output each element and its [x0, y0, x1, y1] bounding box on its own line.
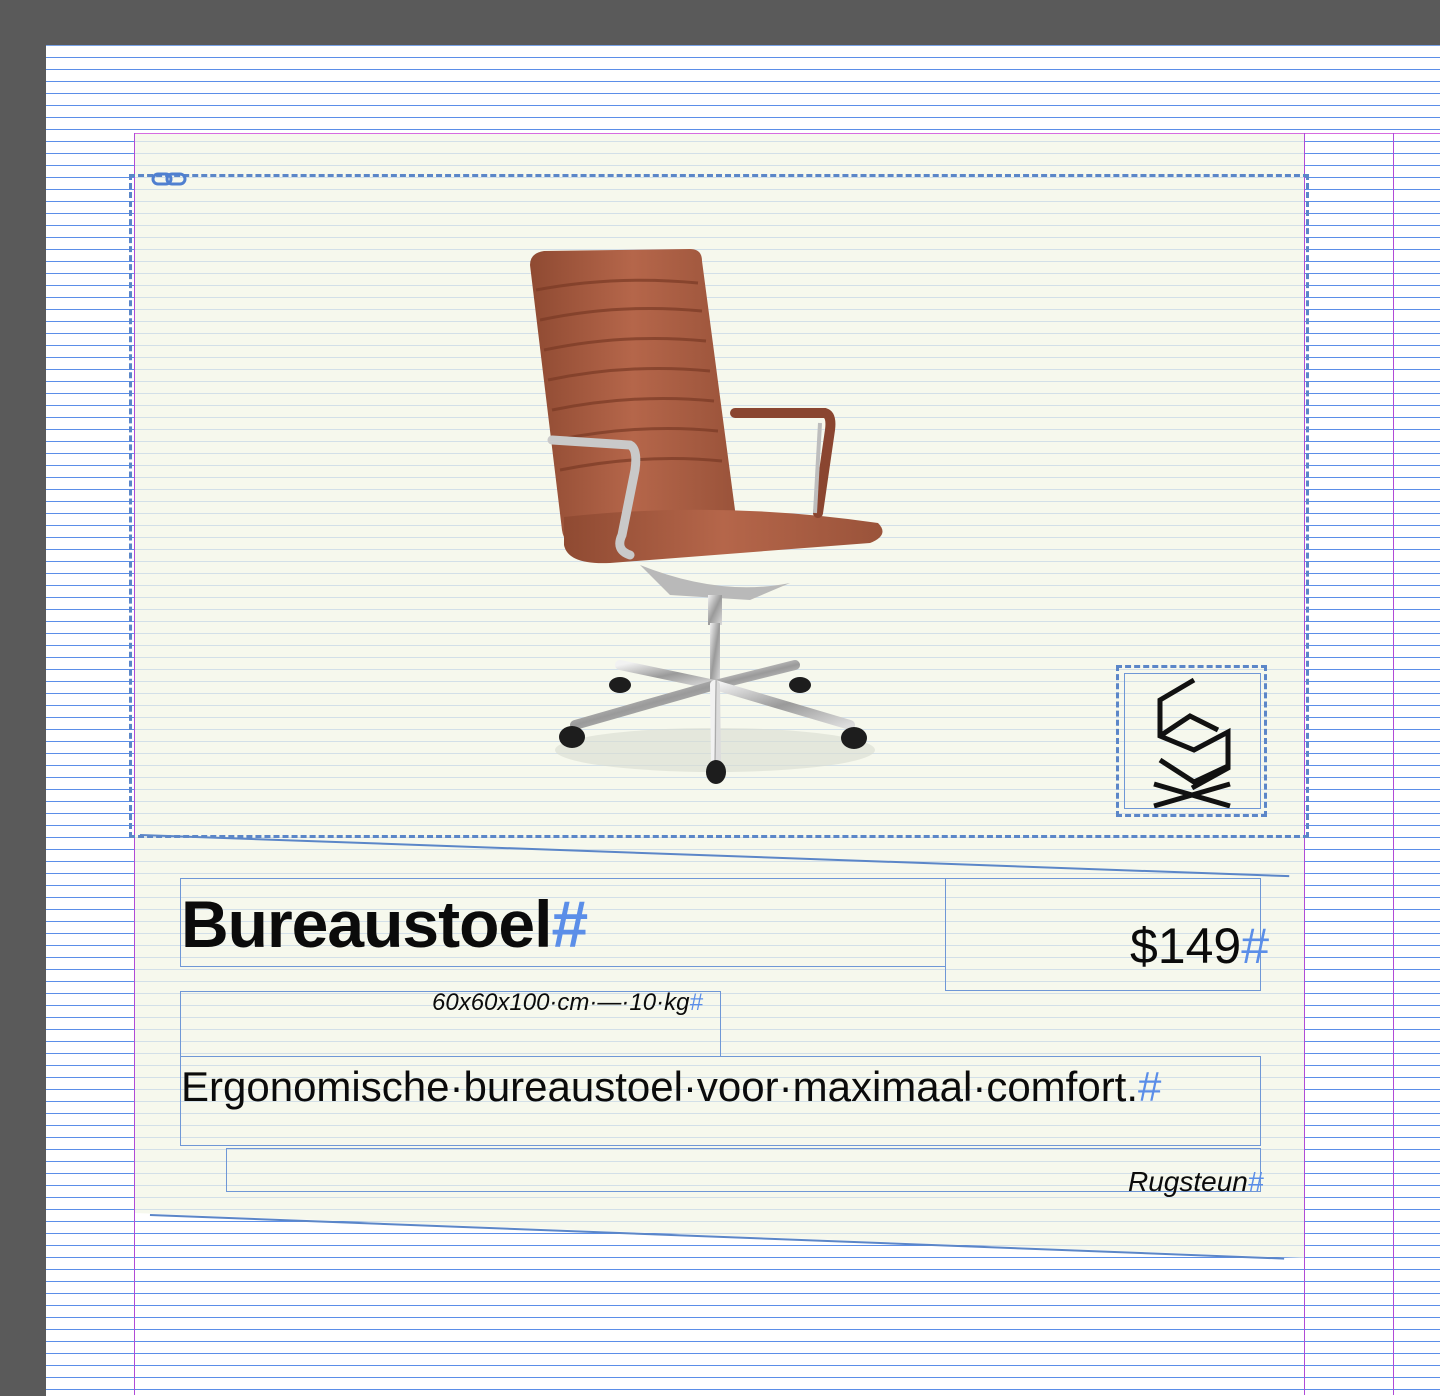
pasteboard: [0, 0, 1440, 45]
product-dimensions: 60x60x100·cm·—·10·kg#: [432, 989, 703, 1016]
paragraph-mark: #: [1247, 1166, 1264, 1197]
product-title: Bureaustoel#: [181, 887, 588, 961]
paragraph-mark: #: [1138, 1063, 1162, 1110]
column-guide: [1393, 133, 1394, 1395]
tag-frame[interactable]: [226, 1148, 1261, 1192]
paragraph-mark: #: [1241, 918, 1270, 974]
paragraph-mark: #: [551, 887, 588, 961]
product-tag: Rugsteun#: [1128, 1166, 1264, 1197]
margin-guide-top: [134, 133, 1440, 134]
product-price: $149#: [1130, 918, 1270, 974]
brand-logo-icon[interactable]: [1146, 676, 1238, 808]
link-icon[interactable]: [151, 170, 187, 188]
product-description: Ergonomische·bureaustoel·voor·maximaal·c…: [181, 1063, 1162, 1110]
chair-image[interactable]: [520, 245, 900, 790]
paragraph-mark: #: [689, 989, 703, 1016]
